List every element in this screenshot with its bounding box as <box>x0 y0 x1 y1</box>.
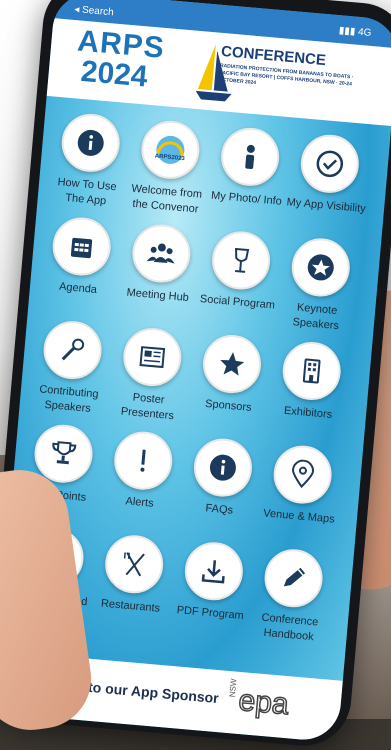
exclamation-icon <box>140 449 146 472</box>
conference-subtitle: RADIATION PROTECTION FROM BANANAS TO BOA… <box>218 62 354 88</box>
check-circle-icon <box>316 150 344 178</box>
tile-icon-circle: ARPS2023 <box>139 118 202 182</box>
person-icon <box>245 144 255 169</box>
tile-icon-circle <box>59 111 123 175</box>
tile-label: Alerts <box>125 495 155 510</box>
tile-label: Keynote Speakers <box>292 301 340 333</box>
back-to-search-link[interactable]: ◂ Search <box>74 4 114 18</box>
tile-icon-circle <box>289 236 353 299</box>
tile-label: My Photo/ Info <box>210 189 283 208</box>
menu-tile-poster-presenters[interactable]: Poster Presenters <box>107 325 195 426</box>
menu-tile-alerts[interactable]: Alerts <box>99 428 186 514</box>
tile-label: Exhibitors <box>283 404 333 421</box>
tile-icon-circle <box>218 125 282 189</box>
arps-2023-text: ARPS2023 <box>155 154 186 163</box>
tile-icon-circle <box>280 339 344 403</box>
back-label: Search <box>81 4 115 19</box>
tile-label: My App Visibility <box>286 196 367 216</box>
wine-glass-icon <box>235 247 250 273</box>
menu-tile-restaurants[interactable]: Restaurants <box>90 532 177 618</box>
menu-tile-sponsors[interactable]: Sponsors <box>188 332 275 418</box>
trophy-icon <box>52 441 77 465</box>
tile-icon-circle <box>102 532 166 596</box>
map-pin-icon <box>292 459 314 489</box>
tile-label: Contributing Speakers <box>38 383 100 415</box>
tile-label: PDF Program <box>176 604 245 623</box>
pencil-icon <box>283 567 306 587</box>
tile-icon-circle <box>120 325 184 389</box>
menu-tile-how-to-use-the-app[interactable]: How To Use The App <box>45 111 133 212</box>
menu-tile-venue-maps[interactable]: Venue & Maps <box>258 442 345 528</box>
building-icon <box>302 358 321 384</box>
tile-label: FAQs <box>205 502 234 517</box>
calendar-icon <box>70 237 93 259</box>
star-icon <box>220 352 245 376</box>
tile-icon-circle <box>41 318 105 382</box>
menu-tile-my-photo-info[interactable]: My Photo/ Info <box>206 124 293 210</box>
menu-tile-social-program[interactable]: Social Program <box>197 228 284 314</box>
menu-tile-exhibitors[interactable]: Exhibitors <box>267 339 354 425</box>
menu-tile-keynote-speakers[interactable]: Keynote Speakers <box>275 235 363 336</box>
arps-logo: ARPS 2024 <box>73 24 232 105</box>
tile-label: Agenda <box>58 280 98 296</box>
network-type: 4G <box>357 26 372 39</box>
menu-tile-conference-handbook[interactable]: Conference Handbook <box>248 546 336 647</box>
tile-label: Restaurants <box>100 597 161 615</box>
tile-icon-circle <box>182 539 246 603</box>
tile-label: Conference Handbook <box>261 611 319 644</box>
utensils-icon <box>123 552 145 577</box>
info-icon <box>77 129 104 156</box>
tile-icon-circle <box>298 132 362 196</box>
tile-label: Social Program <box>199 293 276 312</box>
tile-icon-circle <box>191 436 255 500</box>
tile-icon-circle <box>209 229 273 292</box>
tile-label: Sponsors <box>204 397 253 414</box>
microphone-icon <box>61 338 85 361</box>
star-badge-icon <box>307 254 334 281</box>
tile-icon-circle <box>262 546 325 610</box>
group-icon <box>146 243 175 264</box>
menu-tile-faqs[interactable]: FAQs <box>179 435 266 521</box>
menu-tile-contributing-speakers[interactable]: Contributing Speakers <box>27 318 115 419</box>
tile-label: Meeting Hub <box>126 286 190 305</box>
arps-2023-logo: ARPS2023 <box>155 135 186 164</box>
tile-label: Welcome from the Convenor <box>131 182 203 216</box>
download-icon <box>201 560 225 584</box>
menu-tile-welcome-from-the-convenor[interactable]: ARPS2023 Welcome from the Convenor <box>125 117 213 218</box>
tile-icon-circle <box>111 429 175 493</box>
tile-label: How To Use The App <box>57 176 118 208</box>
info-circle-icon <box>209 454 236 481</box>
tile-label: Venue & Maps <box>262 507 336 526</box>
newspaper-icon <box>139 346 166 369</box>
menu-tile-pdf-program[interactable]: PDF Program <box>170 539 257 625</box>
epa-logo: epa <box>237 683 292 722</box>
tile-icon-circle <box>129 222 193 285</box>
tile-label: Poster Presenters <box>120 391 175 423</box>
menu-tile-meeting-hub[interactable]: Meeting Hub <box>117 221 204 307</box>
tile-icon-circle <box>271 443 335 507</box>
logo-line2: 2024 <box>79 54 149 94</box>
signal-indicator: ▮▮▮ 4G <box>338 25 372 39</box>
epa-logo-text: epa <box>237 684 290 721</box>
tile-icon-circle <box>50 215 114 278</box>
menu-tile-my-app-visibility[interactable]: My App Visibility <box>286 131 373 217</box>
tile-icon-circle <box>200 332 264 396</box>
menu-tile-agenda[interactable]: Agenda <box>37 214 124 300</box>
